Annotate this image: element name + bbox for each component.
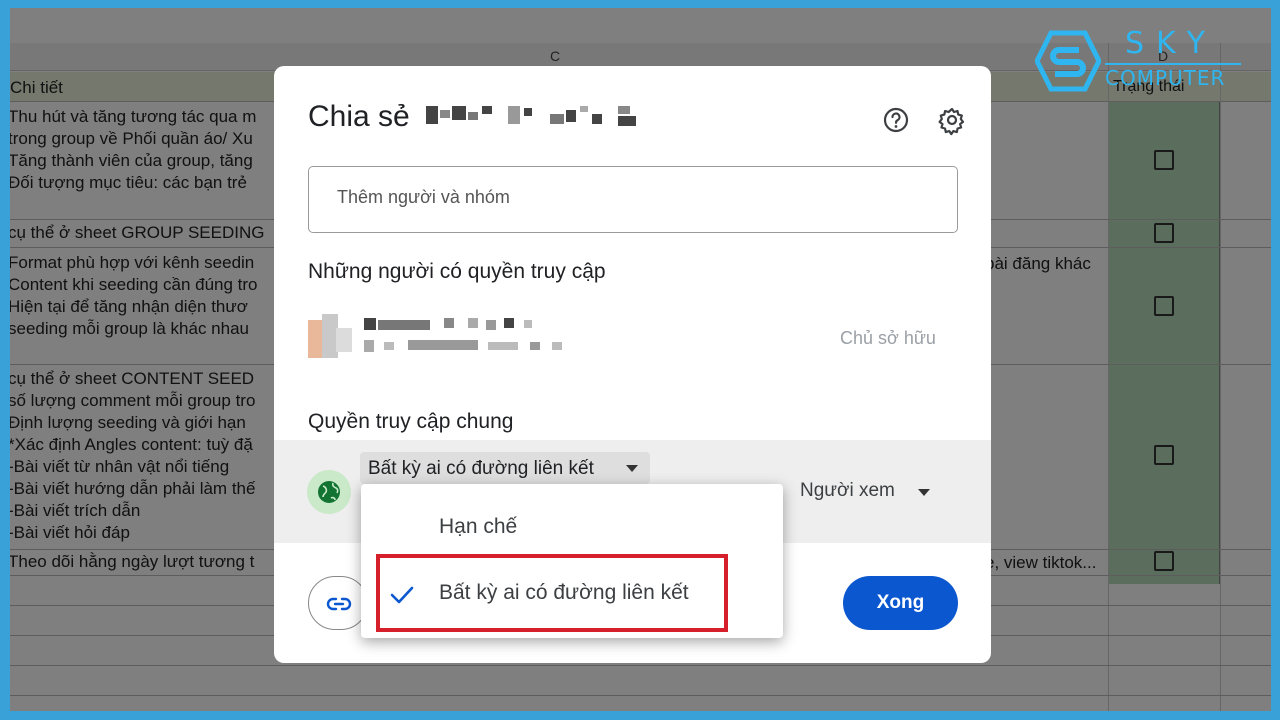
- dialog-title: Chia sẻ: [308, 100, 410, 133]
- done-button[interactable]: Xong: [843, 576, 958, 630]
- dropdown-caret-icon: [626, 465, 638, 472]
- logo-text-sky: SKY: [1125, 26, 1217, 61]
- logo-divider: [1105, 63, 1241, 65]
- role-select[interactable]: Người xem: [800, 480, 930, 502]
- redacted-filename: [426, 104, 646, 128]
- role-value: Người xem: [800, 480, 895, 501]
- dropdown-caret-icon: [918, 489, 930, 496]
- logo-text-computer: COMPUTER: [1105, 66, 1226, 90]
- owner-role-label: Chủ sở hữu: [840, 328, 936, 348]
- copy-link-button[interactable]: [308, 576, 368, 630]
- link-icon: [326, 597, 352, 611]
- globe-icon: [307, 470, 351, 514]
- highlight-box: [376, 554, 728, 632]
- add-people-input[interactable]: [337, 187, 917, 208]
- general-access-select[interactable]: Bất kỳ ai có đường liên kết: [360, 452, 650, 484]
- logo-mark-icon: [1035, 30, 1101, 92]
- settings-gear-icon[interactable]: [936, 104, 968, 136]
- option-label: Hạn chế: [439, 515, 518, 538]
- avatar: [308, 314, 354, 358]
- redacted-owner-name: [364, 318, 534, 330]
- help-icon[interactable]: [880, 104, 912, 136]
- sky-computer-logo: SKY COMPUTER: [1035, 26, 1245, 94]
- option-restricted[interactable]: Hạn chế: [361, 498, 783, 558]
- people-with-access-heading: Những người có quyền truy cập: [308, 260, 606, 283]
- general-access-value: Bất kỳ ai có đường liên kết: [368, 458, 594, 479]
- redacted-owner-email: [364, 340, 574, 352]
- general-access-heading: Quyền truy cập chung: [308, 410, 514, 433]
- add-people-field[interactable]: [308, 166, 958, 233]
